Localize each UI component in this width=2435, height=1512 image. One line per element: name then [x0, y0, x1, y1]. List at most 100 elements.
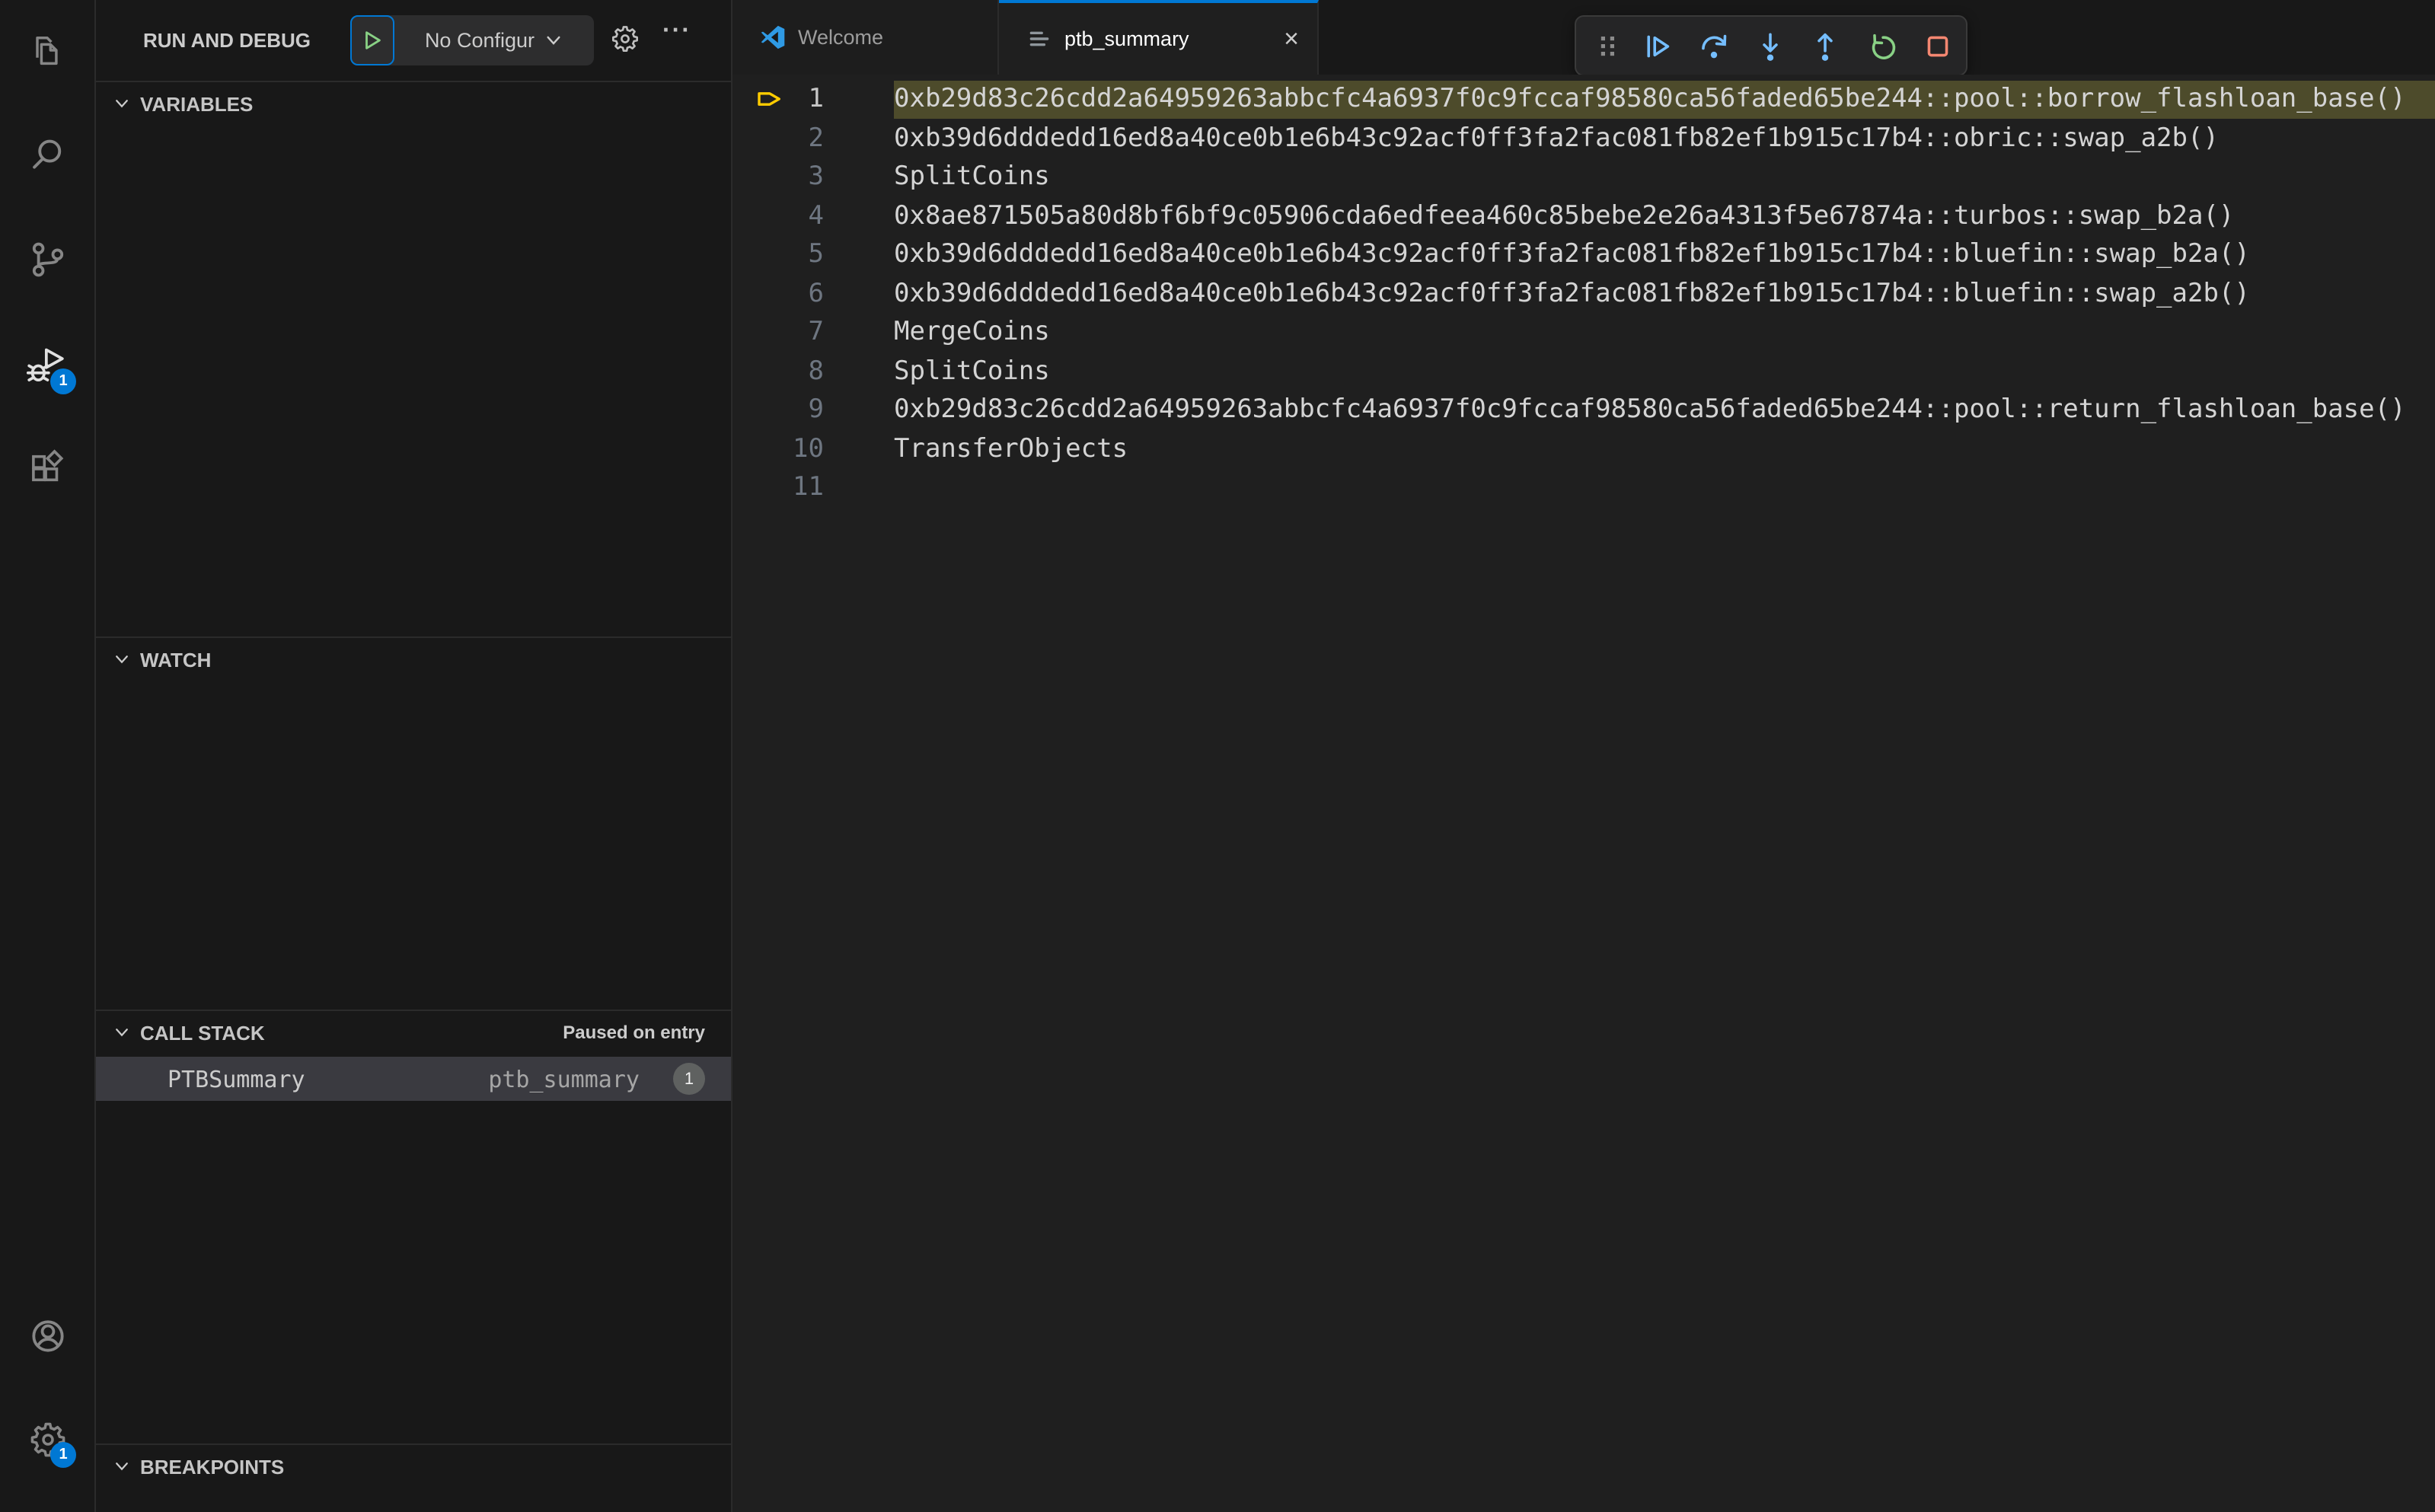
line-text	[894, 468, 2435, 507]
chevron-down-icon	[544, 30, 563, 50]
code-line[interactable]: 1 0xb29d83c26cdd2a64959263abbcfc4a6937f0…	[732, 80, 2435, 119]
activity-bar: 1 1	[0, 0, 96, 1512]
sidebar-title: RUN AND DEBUG	[143, 29, 311, 52]
line-number: 1	[808, 84, 825, 115]
code-line[interactable]: 7 MergeCoins	[732, 313, 2435, 352]
line-gutter[interactable]: 7	[732, 313, 894, 352]
stack-frame-name: PTBSummary	[168, 1065, 305, 1093]
line-text: MergeCoins	[894, 317, 1050, 348]
line-gutter[interactable]: 10	[732, 429, 894, 468]
continue-button[interactable]	[1629, 15, 1686, 76]
chevron-down-icon	[113, 1457, 131, 1475]
manage-badge: 1	[50, 1442, 76, 1468]
tab-label: ptb_summary	[1064, 27, 1189, 50]
toolbar-drag-handle[interactable]	[1588, 15, 1629, 76]
manage-gear-button[interactable]: 1	[0, 1402, 94, 1475]
line-text: 0x8ae871505a80d8bf6bf9c05906cda6edfeea46…	[894, 200, 2235, 231]
extensions-button[interactable]	[0, 431, 94, 504]
call-stack-status: Paused on entry	[563, 1022, 705, 1043]
source-control-button[interactable]	[0, 222, 94, 295]
line-gutter[interactable]: 11	[732, 468, 894, 507]
close-tab-icon[interactable]: ×	[1284, 26, 1299, 52]
stack-frame-badge: 1	[673, 1063, 705, 1095]
line-number: 5	[808, 239, 825, 270]
line-text: 0xb29d83c26cdd2a64959263abbcfc4a6937f0c9…	[894, 394, 2406, 426]
chevron-down-icon	[113, 1023, 131, 1041]
line-number: 3	[808, 161, 825, 193]
step-out-button[interactable]	[1798, 15, 1854, 76]
step-over-button[interactable]	[1685, 15, 1741, 76]
chevron-down-icon	[113, 94, 131, 113]
start-debug-button[interactable]	[350, 15, 394, 65]
line-number: 2	[808, 123, 825, 154]
code-line[interactable]: 6 0xb39d6dddedd16ed8a40ce0b1e6b43c92acf0…	[732, 274, 2435, 313]
debug-settings-gear-button[interactable]	[611, 24, 640, 53]
code-line[interactable]: 4 0x8ae871505a80d8bf6bf9c05906cda6edfeea…	[732, 196, 2435, 235]
editor-lines: 1 0xb29d83c26cdd2a64959263abbcfc4a6937f0…	[732, 75, 2435, 1512]
line-text: 0xb39d6dddedd16ed8a40ce0b1e6b43c92acf0ff…	[894, 123, 2219, 154]
debug-config-label: No Configur	[424, 29, 535, 52]
line-number: 7	[808, 317, 825, 348]
explorer-button[interactable]	[0, 14, 94, 87]
line-text: SplitCoins	[894, 356, 1050, 387]
line-gutter[interactable]: 1	[732, 80, 894, 119]
search-button[interactable]	[0, 119, 94, 192]
run-and-debug-button[interactable]: 1	[0, 329, 94, 402]
code-line[interactable]: 3 SplitCoins	[732, 158, 2435, 196]
line-text: SplitCoins	[894, 161, 1050, 193]
watch-section-header[interactable]: WATCH	[96, 636, 731, 682]
line-gutter[interactable]: 8	[732, 352, 894, 391]
call-stack-section-header[interactable]: CALL STACK Paused on entry	[96, 1010, 731, 1055]
line-text: 0xb39d6dddedd16ed8a40ce0b1e6b43c92acf0ff…	[894, 278, 2250, 309]
line-text: 0xb39d6dddedd16ed8a40ce0b1e6b43c92acf0ff…	[894, 239, 2250, 270]
variables-section-header[interactable]: VARIABLES	[96, 81, 731, 126]
launch-control-group: No Configur	[350, 15, 594, 65]
sidebar-header: RUN AND DEBUG No Configur ···	[96, 0, 731, 81]
tab-welcome[interactable]: Welcome	[732, 0, 999, 75]
accounts-button[interactable]	[0, 1299, 94, 1372]
restart-button[interactable]	[1854, 15, 1910, 76]
debug-badge: 1	[50, 368, 76, 394]
call-stack-frame-row[interactable]: PTBSummary ptb_summary 1	[96, 1057, 731, 1101]
run-and-debug-sidebar: RUN AND DEBUG No Configur ··· VARIABLES …	[96, 0, 732, 1512]
stop-button[interactable]	[1910, 15, 1966, 76]
vscode-logo-icon	[760, 24, 786, 50]
line-text: 0xb29d83c26cdd2a64959263abbcfc4a6937f0c9…	[894, 80, 2435, 119]
line-number: 6	[808, 278, 825, 309]
code-line[interactable]: 5 0xb39d6dddedd16ed8a40ce0b1e6b43c92acf0…	[732, 235, 2435, 274]
line-gutter[interactable]: 9	[732, 391, 894, 429]
code-line[interactable]: 8 SplitCoins	[732, 352, 2435, 391]
editor-area: Welcome ptb_summary × 1 0xb29d83c26cdd2a…	[732, 0, 2435, 1512]
step-into-button[interactable]	[1741, 15, 1798, 76]
line-number: 8	[808, 356, 825, 387]
watch-label: WATCH	[140, 648, 212, 671]
line-text: TransferObjects	[894, 433, 1128, 464]
tab-label: Welcome	[798, 26, 884, 49]
tab-ptb-summary[interactable]: ptb_summary ×	[999, 0, 1319, 75]
views-more-actions-button[interactable]: ···	[662, 18, 691, 46]
code-line[interactable]: 9 0xb29d83c26cdd2a64959263abbcfc4a6937f0…	[732, 391, 2435, 429]
code-line[interactable]: 11	[732, 468, 2435, 507]
stack-frame-source: ptb_summary	[488, 1065, 640, 1093]
line-gutter[interactable]: 3	[732, 158, 894, 196]
line-gutter[interactable]: 5	[732, 235, 894, 274]
breakpoints-label: BREAKPOINTS	[140, 1455, 285, 1478]
file-list-icon	[1026, 26, 1052, 52]
debug-toolbar	[1575, 15, 1967, 76]
line-number: 9	[808, 394, 825, 426]
line-gutter[interactable]: 4	[732, 196, 894, 235]
line-number: 4	[808, 200, 825, 231]
call-stack-label: CALL STACK	[140, 1021, 265, 1044]
vscode-window: 1 1 RUN AND DEBUG No Configur ··· VARIAB…	[0, 0, 2435, 1512]
line-gutter[interactable]: 6	[732, 274, 894, 313]
debug-config-dropdown[interactable]: No Configur	[394, 29, 594, 52]
code-line[interactable]: 2 0xb39d6dddedd16ed8a40ce0b1e6b43c92acf0…	[732, 119, 2435, 158]
current-line-arrow-icon	[757, 88, 784, 112]
line-number: 10	[793, 433, 824, 464]
code-line[interactable]: 10 TransferObjects	[732, 429, 2435, 468]
breakpoints-section-header[interactable]: BREAKPOINTS	[96, 1443, 731, 1489]
line-gutter[interactable]: 2	[732, 119, 894, 158]
chevron-down-icon	[113, 650, 131, 668]
line-number: 11	[793, 472, 824, 503]
variables-label: VARIABLES	[140, 92, 254, 115]
